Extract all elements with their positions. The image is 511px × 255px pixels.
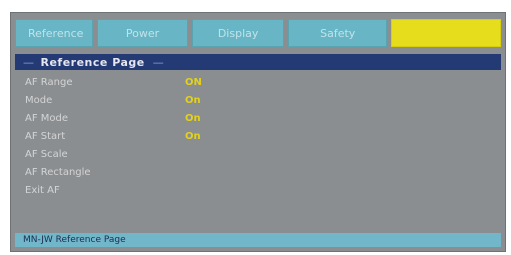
setting-label: AF Range [25,76,73,88]
setting-row[interactable]: AF Mode On [25,111,201,125]
menu-screen: Reference Power Display Safety — Referen… [10,12,506,252]
tab-label: Display [217,26,259,40]
page-title: Reference Page [40,55,145,69]
status-bar: MN-JW Reference Page [15,233,501,247]
tab-reference[interactable]: Reference [15,19,93,47]
tab-bar: Reference Power Display Safety [15,19,501,47]
tab-label: Safety [320,26,356,40]
tab-safety[interactable]: Safety [287,19,388,47]
setting-row[interactable]: AF Scale [25,147,185,161]
setting-value: On [185,94,201,106]
title-dash-left-icon: — [23,55,35,69]
page-title-bar: — Reference Page — [15,54,501,70]
tab-power[interactable]: Power [96,19,189,47]
setting-value: ON [185,76,202,88]
setting-row[interactable]: AF Rectangle [25,165,185,179]
setting-row[interactable]: Mode On [25,93,201,107]
status-text: MN-JW Reference Page [23,235,126,245]
setting-row[interactable]: AF Start On [25,129,201,143]
setting-label: AF Scale [25,148,68,160]
setting-label: AF Mode [25,112,69,124]
setting-row[interactable]: Exit AF [25,183,185,197]
title-dash-right-icon: — [152,55,165,69]
setting-label: AF Start [25,130,66,142]
setting-label: Exit AF [25,184,60,196]
setting-value: On [185,112,201,124]
setting-row[interactable]: AF Range ON [25,75,202,89]
tab-label: Power [125,26,160,40]
tab-display[interactable]: Display [192,19,284,47]
setting-value: On [185,130,201,142]
setting-label: AF Rectangle [25,166,91,178]
tab-selected[interactable] [391,19,501,47]
setting-label: Mode [25,94,53,106]
tab-label: Reference [28,26,84,40]
